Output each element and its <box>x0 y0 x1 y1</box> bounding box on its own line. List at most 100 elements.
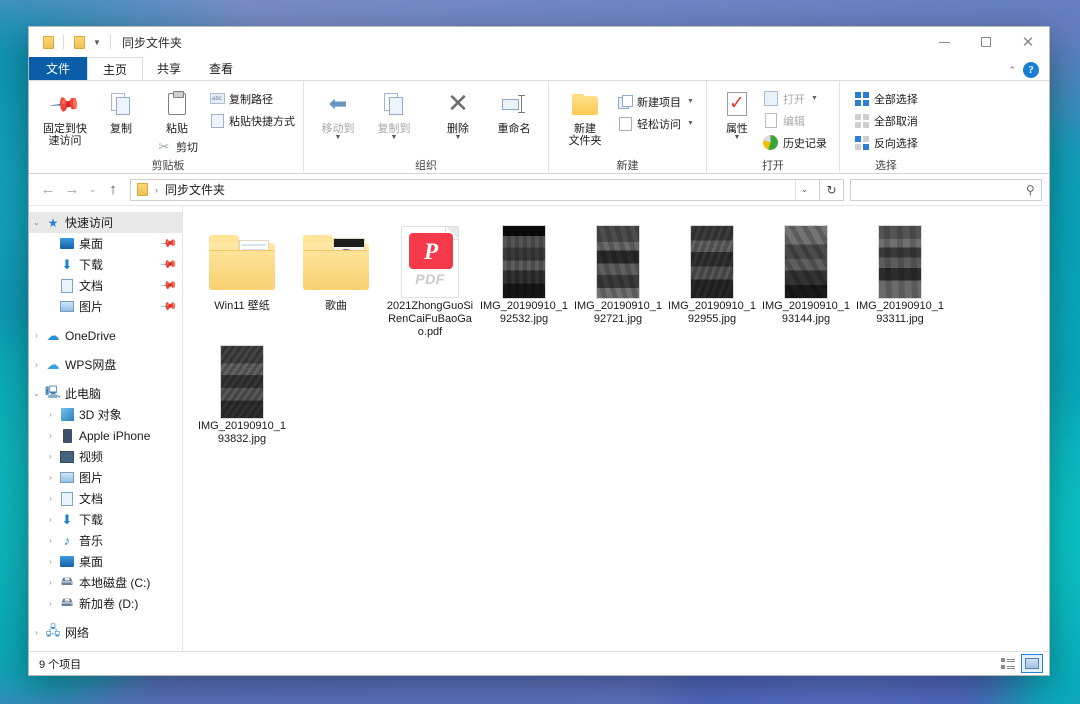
cut-button[interactable]: ✂ 剪切 <box>152 136 202 157</box>
edit-button[interactable]: 编辑 <box>759 110 831 131</box>
copy-path-button[interactable]: abc 复制路径 <box>205 88 299 109</box>
copy-button[interactable]: 复制 <box>93 85 149 135</box>
sidebar-item-3d-objects[interactable]: › 3D 对象 <box>29 404 182 425</box>
rename-button[interactable]: 重命名 <box>486 85 542 135</box>
sidebar-item-network[interactable]: › 🖧 网络 <box>29 622 182 643</box>
file-list-pane[interactable]: Win11 壁纸 歌曲 P PDF 2021ZhongGuoSiRenCaiFu… <box>183 206 1049 651</box>
chevron-right-icon[interactable]: › <box>43 473 58 482</box>
up-button[interactable]: ↑ <box>101 178 125 202</box>
search-icon[interactable]: ⚲ <box>1026 183 1035 197</box>
list-item[interactable]: IMG_20190910_192532.jpg <box>477 220 571 340</box>
pin-to-quick-access-button[interactable]: 📌 固定到快 速访问 <box>37 85 93 147</box>
new-item-button[interactable]: 新建项目 ▼ <box>613 91 698 112</box>
pin-icon[interactable]: 📌 <box>160 255 179 274</box>
chevron-right-icon[interactable]: › <box>43 536 58 545</box>
sidebar-item-apple-iphone[interactable]: › Apple iPhone <box>29 425 182 446</box>
sidebar-item-wps-cloud[interactable]: › ☁ WPS网盘 <box>29 354 182 375</box>
chevron-right-icon[interactable]: › <box>43 410 58 419</box>
pin-icon[interactable]: 📌 <box>160 234 179 253</box>
tab-view[interactable]: 查看 <box>195 57 247 80</box>
paste-shortcut-button[interactable]: 粘贴快捷方式 <box>205 110 299 131</box>
new-folder-button[interactable]: 新建 文件夹 <box>557 85 613 147</box>
breadcrumb-item-current[interactable]: 同步文件夹 <box>165 181 225 198</box>
sidebar-item-pictures[interactable]: 图片 📌 <box>29 296 182 317</box>
sidebar-item-downloads[interactable]: ⬇ 下载 📌 <box>29 254 182 275</box>
sidebar-item-documents[interactable]: 文档 📌 <box>29 275 182 296</box>
refresh-button[interactable]: ↻ <box>820 178 844 201</box>
sidebar-item-desktop[interactable]: 桌面 📌 <box>29 233 182 254</box>
properties-button[interactable]: 属性 ▼ <box>715 85 759 141</box>
sidebar-item-downloads-pc[interactable]: › ⬇ 下载 <box>29 509 182 530</box>
sidebar-item-quick-access[interactable]: ⌄ ★ 快速访问 <box>29 212 182 233</box>
list-item[interactable]: IMG_20190910_192955.jpg <box>665 220 759 340</box>
chevron-right-icon[interactable]: › <box>43 557 58 566</box>
pin-icon[interactable]: 📌 <box>160 297 179 316</box>
list-item[interactable]: IMG_20190910_193832.jpg <box>195 340 289 460</box>
chevron-right-icon[interactable]: › <box>43 599 58 608</box>
sidebar-item-desktop-pc[interactable]: › 桌面 <box>29 551 182 572</box>
chevron-down-icon[interactable]: ▼ <box>391 134 398 141</box>
maximize-button[interactable] <box>965 27 1007 57</box>
close-button[interactable]: ✕ <box>1007 27 1049 57</box>
chevron-down-icon[interactable]: ▼ <box>811 95 818 102</box>
move-to-button[interactable]: ⬅ 移动到 ▼ <box>310 85 366 142</box>
tab-share[interactable]: 共享 <box>143 57 195 80</box>
minimize-button[interactable] <box>923 27 965 57</box>
select-all-button[interactable]: 全部选择 <box>850 88 922 109</box>
paste-button[interactable]: 粘贴 <box>149 85 205 135</box>
sidebar-item-onedrive[interactable]: › ☁ OneDrive <box>29 325 182 346</box>
navigation-pane[interactable]: ⌄ ★ 快速访问 桌面 📌 ⬇ 下载 📌 文档 📌 图片 📌 › ☁ OneDr… <box>29 206 183 651</box>
invert-selection-button[interactable]: 反向选择 <box>850 132 922 153</box>
chevron-right-icon[interactable]: › <box>29 360 44 369</box>
chevron-right-icon[interactable]: › <box>43 452 58 461</box>
delete-button[interactable]: ✕ 删除 ▼ <box>430 85 486 141</box>
help-icon[interactable]: ? <box>1023 62 1039 78</box>
chevron-down-icon[interactable]: ▼ <box>733 134 740 141</box>
recent-locations-button[interactable]: ⌄ <box>84 178 101 202</box>
list-item[interactable]: IMG_20190910_193311.jpg <box>853 220 947 340</box>
list-item[interactable]: Win11 壁纸 <box>195 220 289 340</box>
chevron-right-icon[interactable]: › <box>29 331 44 340</box>
sidebar-item-new-volume-d[interactable]: › 🖴 新加卷 (D:) <box>29 593 182 614</box>
chevron-down-icon[interactable]: ▼ <box>455 134 462 141</box>
pin-icon[interactable]: 📌 <box>160 276 179 295</box>
list-item[interactable]: IMG_20190910_192721.jpg <box>571 220 665 340</box>
sidebar-item-local-disk-c[interactable]: › 🖴 本地磁盘 (C:) <box>29 572 182 593</box>
search-input[interactable]: ⚲ <box>850 178 1042 201</box>
copy-to-button[interactable]: 复制到 ▼ <box>366 85 422 141</box>
breadcrumb[interactable]: › 同步文件夹 ⌄ <box>130 178 820 201</box>
history-button[interactable]: 历史记录 <box>759 132 831 153</box>
collapse-ribbon-icon[interactable]: ⌃ <box>1008 65 1016 76</box>
chevron-down-icon[interactable]: ▼ <box>687 120 694 127</box>
select-none-button[interactable]: 全部取消 <box>850 110 922 131</box>
chevron-down-icon[interactable]: ▼ <box>687 98 694 105</box>
chevron-down-icon[interactable]: ⌄ <box>795 179 813 200</box>
sidebar-item-music[interactable]: › ♪ 音乐 <box>29 530 182 551</box>
list-item[interactable]: 歌曲 <box>289 220 383 340</box>
chevron-down-icon[interactable]: ▼ <box>335 134 342 141</box>
breadcrumb-separator[interactable]: › <box>155 185 158 195</box>
sidebar-item-documents-pc[interactable]: › 文档 <box>29 488 182 509</box>
folder-icon[interactable] <box>38 32 58 52</box>
list-item[interactable]: IMG_20190910_193144.jpg <box>759 220 853 340</box>
large-icons-view-button[interactable] <box>1021 654 1043 673</box>
chevron-right-icon[interactable]: › <box>29 628 44 637</box>
chevron-right-icon[interactable]: › <box>43 431 58 440</box>
list-item[interactable]: P PDF 2021ZhongGuoSiRenCaiFuBaoGao.pdf <box>383 220 477 340</box>
tab-home[interactable]: 主页 <box>87 57 144 80</box>
folder-icon[interactable] <box>69 32 89 52</box>
chevron-right-icon[interactable]: › <box>43 578 58 587</box>
chevron-right-icon[interactable]: › <box>43 515 58 524</box>
open-button[interactable]: 打开 ▼ <box>759 88 831 109</box>
tab-file[interactable]: 文件 <box>29 57 88 80</box>
forward-button[interactable]: → <box>60 178 84 202</box>
details-view-button[interactable] <box>997 654 1019 673</box>
chevron-right-icon[interactable]: › <box>43 494 58 503</box>
sidebar-item-pictures-pc[interactable]: › 图片 <box>29 467 182 488</box>
sidebar-item-this-pc[interactable]: ⌄ 🖳 此电脑 <box>29 383 182 404</box>
chevron-down-icon[interactable]: ⌄ <box>29 218 44 227</box>
sidebar-item-videos[interactable]: › 视频 <box>29 446 182 467</box>
easy-access-button[interactable]: 轻松访问 ▼ <box>613 113 698 134</box>
back-button[interactable]: ← <box>36 178 60 202</box>
chevron-down-icon[interactable]: ▼ <box>89 32 105 52</box>
